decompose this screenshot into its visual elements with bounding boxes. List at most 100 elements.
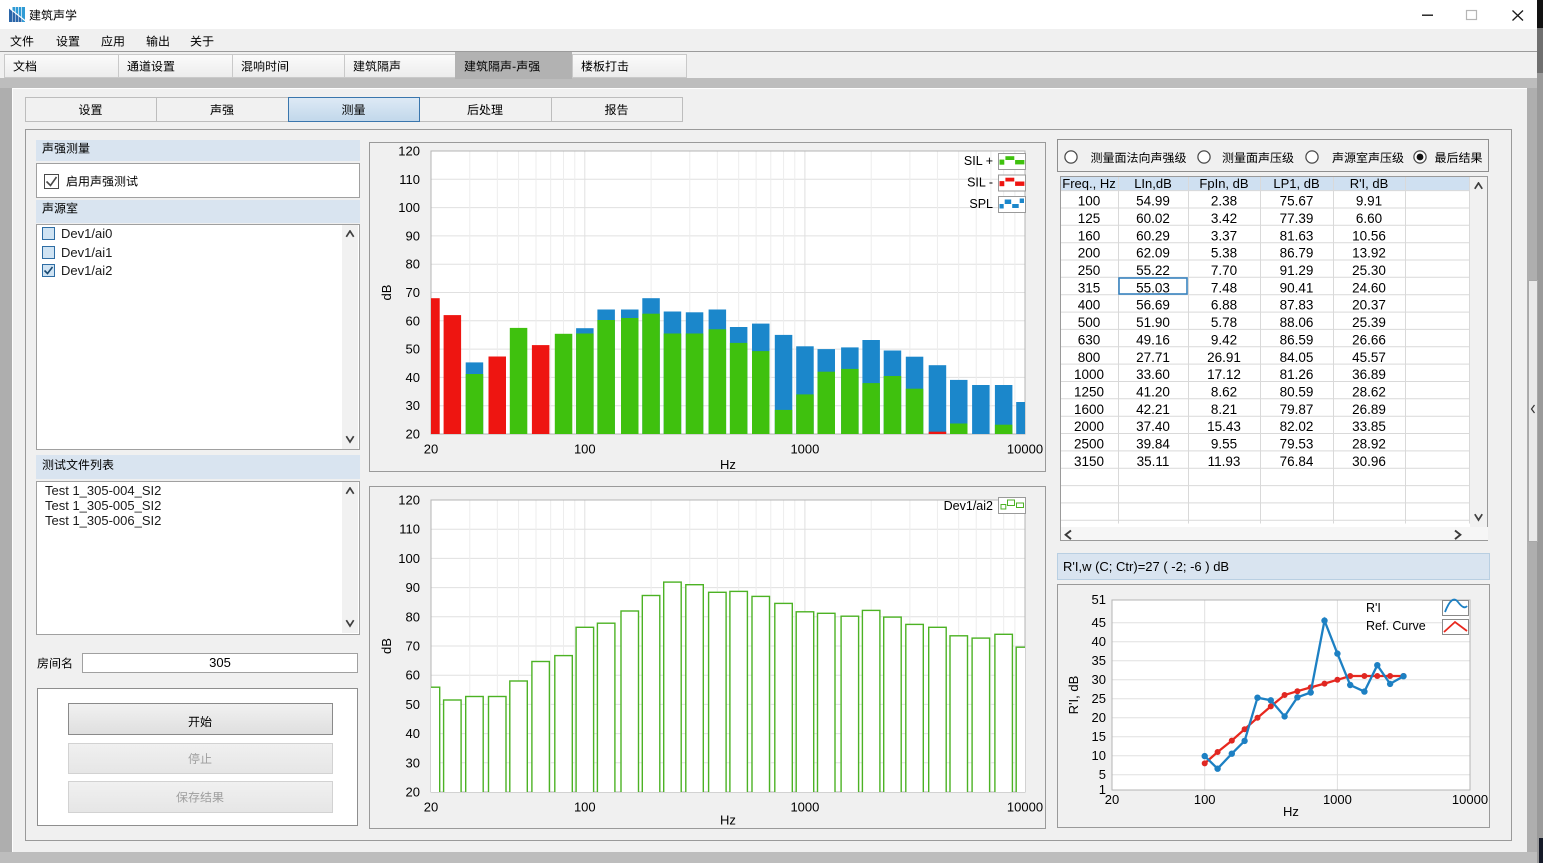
svg-text:9.91: 9.91: [1356, 194, 1382, 209]
svg-text:20: 20: [406, 785, 420, 800]
svg-text:120: 120: [398, 144, 420, 159]
svg-text:6.88: 6.88: [1211, 298, 1237, 313]
svg-text:3.37: 3.37: [1211, 228, 1237, 243]
svg-text:80: 80: [406, 257, 420, 272]
svg-text:100: 100: [1078, 194, 1101, 209]
svg-text:33.60: 33.60: [1136, 367, 1170, 382]
svg-text:2000: 2000: [1074, 419, 1104, 434]
svg-text:40: 40: [406, 370, 420, 385]
svg-text:3150: 3150: [1074, 454, 1104, 469]
svg-text:10.56: 10.56: [1352, 228, 1386, 243]
svg-text:315: 315: [1078, 280, 1101, 295]
svg-text:125: 125: [1078, 211, 1101, 226]
svg-text:1250: 1250: [1074, 385, 1104, 400]
svg-text:60: 60: [406, 313, 420, 328]
svg-text:30: 30: [406, 398, 420, 413]
svg-text:88.06: 88.06: [1280, 315, 1314, 330]
svg-text:100: 100: [574, 442, 596, 457]
svg-text:1600: 1600: [1074, 402, 1104, 417]
svg-text:42.21: 42.21: [1136, 402, 1170, 417]
svg-text:75.67: 75.67: [1280, 194, 1314, 209]
svg-text:36.89: 36.89: [1352, 367, 1386, 382]
svg-text:60: 60: [406, 668, 420, 683]
svg-text:R'I: R'I: [1366, 601, 1381, 615]
svg-text:120: 120: [398, 493, 420, 508]
svg-text:26.89: 26.89: [1352, 402, 1386, 417]
svg-text:Hz: Hz: [720, 457, 736, 472]
svg-text:60.29: 60.29: [1136, 228, 1170, 243]
svg-text:91.29: 91.29: [1280, 263, 1314, 278]
svg-text:82.02: 82.02: [1280, 419, 1314, 434]
svg-text:FpIn, dB: FpIn, dB: [1199, 176, 1248, 191]
svg-text:dB: dB: [379, 638, 394, 654]
svg-text:45.57: 45.57: [1352, 350, 1386, 365]
svg-text:50: 50: [406, 342, 420, 357]
svg-text:100: 100: [1194, 792, 1216, 807]
svg-text:Ref. Curve: Ref. Curve: [1366, 619, 1426, 633]
svg-text:45: 45: [1092, 615, 1106, 630]
svg-text:110: 110: [399, 172, 420, 187]
svg-text:55.03: 55.03: [1136, 280, 1170, 295]
svg-text:27.71: 27.71: [1136, 350, 1170, 365]
svg-text:25.39: 25.39: [1352, 315, 1386, 330]
svg-text:200: 200: [1078, 246, 1101, 261]
svg-text:10000: 10000: [1007, 442, 1043, 457]
svg-text:1000: 1000: [790, 442, 819, 457]
svg-text:3.42: 3.42: [1211, 211, 1237, 226]
svg-text:40: 40: [1092, 634, 1106, 649]
svg-text:400: 400: [1078, 298, 1101, 313]
svg-text:70: 70: [406, 639, 420, 654]
svg-text:20.37: 20.37: [1352, 298, 1386, 313]
svg-text:79.87: 79.87: [1280, 402, 1314, 417]
svg-text:62.09: 62.09: [1136, 246, 1170, 261]
svg-text:84.05: 84.05: [1280, 350, 1314, 365]
svg-text:10: 10: [1092, 748, 1106, 763]
svg-text:11.93: 11.93: [1208, 454, 1241, 469]
svg-text:80.59: 80.59: [1280, 385, 1314, 400]
svg-text:110: 110: [399, 522, 420, 537]
svg-text:7.48: 7.48: [1211, 280, 1237, 295]
svg-text:79.53: 79.53: [1280, 437, 1314, 452]
svg-text:SIL +: SIL +: [964, 154, 993, 168]
svg-text:20: 20: [1105, 792, 1119, 807]
svg-text:86.79: 86.79: [1280, 246, 1314, 261]
svg-text:500: 500: [1078, 315, 1101, 330]
svg-text:35: 35: [1092, 653, 1106, 668]
svg-text:SIL -: SIL -: [967, 176, 993, 190]
svg-text:40: 40: [406, 726, 420, 741]
svg-text:56.69: 56.69: [1136, 298, 1170, 313]
svg-text:R'I, dB: R'I, dB: [1066, 676, 1081, 715]
svg-text:8.62: 8.62: [1211, 385, 1237, 400]
svg-text:51.90: 51.90: [1136, 315, 1170, 330]
svg-text:33.85: 33.85: [1352, 419, 1386, 434]
svg-text:37.40: 37.40: [1136, 419, 1170, 434]
svg-text:54.99: 54.99: [1136, 194, 1170, 209]
svg-text:41.20: 41.20: [1136, 385, 1170, 400]
svg-text:9.42: 9.42: [1211, 332, 1237, 347]
svg-text:2500: 2500: [1074, 437, 1104, 452]
svg-text:17.12: 17.12: [1207, 367, 1241, 382]
svg-text:80: 80: [406, 609, 420, 624]
svg-text:10000: 10000: [1452, 792, 1488, 807]
svg-text:9.55: 9.55: [1211, 437, 1237, 452]
svg-text:26.91: 26.91: [1207, 350, 1241, 365]
svg-text:30.96: 30.96: [1352, 454, 1386, 469]
svg-text:60.02: 60.02: [1136, 211, 1170, 226]
svg-text:5.78: 5.78: [1211, 315, 1237, 330]
svg-text:81.26: 81.26: [1280, 367, 1314, 382]
svg-text:630: 630: [1078, 332, 1101, 347]
svg-text:dB: dB: [379, 285, 394, 301]
svg-text:20: 20: [424, 800, 438, 815]
svg-text:81.63: 81.63: [1280, 228, 1314, 243]
svg-text:25.30: 25.30: [1352, 263, 1386, 278]
svg-text:100: 100: [398, 551, 420, 566]
svg-text:51: 51: [1092, 592, 1106, 607]
svg-text:7.70: 7.70: [1211, 263, 1237, 278]
svg-text:25: 25: [1092, 691, 1106, 706]
svg-text:2.38: 2.38: [1211, 194, 1237, 209]
svg-text:30: 30: [1092, 672, 1106, 687]
svg-text:1000: 1000: [790, 800, 819, 815]
svg-text:76.84: 76.84: [1280, 454, 1314, 469]
svg-text:R'I, dB: R'I, dB: [1350, 176, 1389, 191]
svg-text:800: 800: [1078, 350, 1101, 365]
